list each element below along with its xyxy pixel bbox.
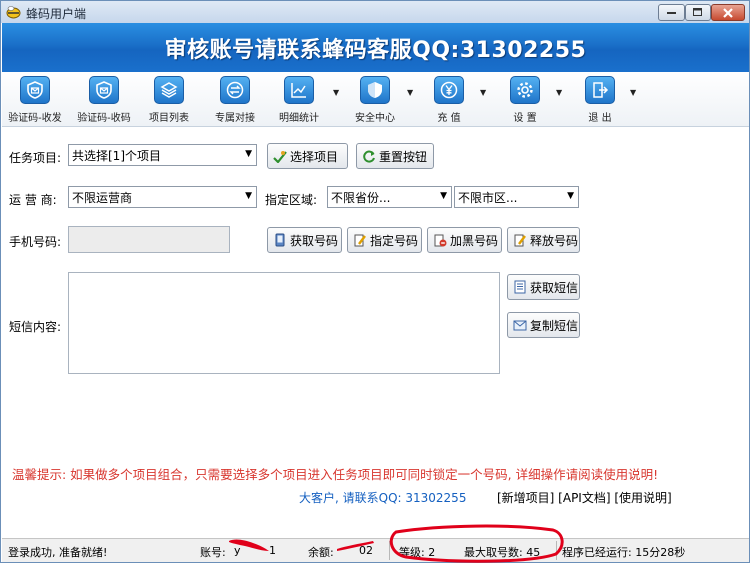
gear-icon <box>510 76 540 104</box>
chevron-down-icon: ▼ <box>440 191 447 201</box>
phone-number-field[interactable] <box>68 226 230 253</box>
swap-icon <box>220 76 250 104</box>
region-label: 指定区域: <box>265 193 318 207</box>
shield-icon <box>360 76 390 104</box>
close-button[interactable] <box>711 4 745 21</box>
copy-sms-button[interactable]: 复制短信 <box>507 312 580 338</box>
province-value: 不限省份... <box>331 190 391 205</box>
redaction-mark-account <box>229 539 269 551</box>
edit-doc-icon <box>353 233 367 247</box>
blacklist-number-button[interactable]: 加黑号码 <box>427 227 502 253</box>
get-number-button[interactable]: 获取号码 <box>267 227 342 253</box>
sms-content-textarea[interactable] <box>68 272 500 374</box>
help-links[interactable]: [新增项目] [API文档] [使用说明] <box>497 489 672 506</box>
toolbar-label: 验证码-收发 <box>8 113 62 124</box>
toolbar-item-recharge[interactable]: 充 值 <box>426 76 472 126</box>
refresh-icon <box>362 149 376 163</box>
app-window: 蜂码用户端 审核账号请联系蜂码客服QQ:31302255 验证码-收发 验证码-… <box>0 0 750 563</box>
toolbar-item-settings[interactable]: 设 置 <box>502 76 548 126</box>
toolbar-item-statistics[interactable]: 明细统计 <box>274 76 324 126</box>
reset-button[interactable]: 重置按钮 <box>356 143 434 169</box>
toolbar-label: 退 出 <box>588 113 612 124</box>
task-project-label: 任务项目: <box>9 151 62 165</box>
maximize-icon <box>693 8 702 16</box>
blacklist-icon <box>433 233 447 247</box>
title-bar: 蜂码用户端 <box>1 1 749 23</box>
release-icon <box>513 233 527 247</box>
chevron-down-icon: ▼ <box>245 149 252 159</box>
toolbar-label: 充 值 <box>437 113 461 124</box>
toolbar-item-project-list[interactable]: 项目列表 <box>142 76 196 126</box>
window-title: 蜂码用户端 <box>26 7 87 21</box>
statistics-dropdown-icon[interactable]: ▼ <box>333 88 339 97</box>
toolbar-label: 设 置 <box>513 113 537 124</box>
app-logo-icon <box>6 5 21 19</box>
chevron-down-icon: ▼ <box>245 191 252 201</box>
task-project-select[interactable]: 共选择[1]个项目 ▼ <box>68 144 257 166</box>
settings-dropdown-icon[interactable]: ▼ <box>556 88 562 97</box>
phone-icon <box>273 233 287 247</box>
toolbar-item-security-center[interactable]: 安全中心 <box>348 76 402 126</box>
minimize-button[interactable] <box>658 4 685 21</box>
banner-text: 审核账号请联系蜂码客服QQ:31302255 <box>164 37 587 63</box>
city-value: 不限市区... <box>458 190 518 205</box>
toolbar-item-sms-send-receive[interactable]: 验证码-收发 <box>2 76 68 126</box>
select-project-button[interactable]: 选择项目 <box>267 143 348 169</box>
close-icon <box>723 7 733 18</box>
chevron-down-icon: ▼ <box>567 191 574 201</box>
redaction-mark-balance <box>337 541 374 551</box>
contact-link[interactable]: 大客户, 请联系QQ: 31302255 <box>299 489 466 506</box>
security-dropdown-icon[interactable]: ▼ <box>407 88 413 97</box>
banner: 审核账号请联系蜂码客服QQ:31302255 <box>2 23 749 72</box>
yen-icon <box>434 76 464 104</box>
annotation-overlay <box>229 524 564 563</box>
shield-mail-icon <box>20 76 50 104</box>
recharge-dropdown-icon[interactable]: ▼ <box>480 88 486 97</box>
carrier-value: 不限运营商 <box>72 190 133 205</box>
layers-icon <box>154 76 184 104</box>
highlight-circle-level <box>389 524 564 563</box>
tip-text: 温馨提示: 如果做多个项目组合，只需要选择多个项目进入任务项目即可同时锁定一个号… <box>12 467 659 482</box>
toolbar-item-sms-receive[interactable]: 验证码-收码 <box>72 76 136 126</box>
toolbar-label: 项目列表 <box>149 113 189 124</box>
city-select[interactable]: 不限市区... ▼ <box>454 186 579 208</box>
toolbar: 验证码-收发 验证码-收码 项目列表 专属对接 明细统计 ▼ 安全中心 ▼ 充 … <box>2 72 749 127</box>
select-project-icon <box>273 149 287 163</box>
carrier-label: 运 营 商: <box>9 193 57 207</box>
toolbar-label: 验证码-收码 <box>77 113 131 124</box>
chart-icon <box>284 76 314 104</box>
carrier-select[interactable]: 不限运营商 ▼ <box>68 186 257 208</box>
minimize-icon <box>666 11 676 14</box>
toolbar-item-dedicated-integration[interactable]: 专属对接 <box>210 76 260 126</box>
sms-content-label: 短信内容: <box>9 320 62 334</box>
maximize-button[interactable] <box>685 4 711 21</box>
copy-mail-icon <box>513 318 527 332</box>
exit-icon <box>585 76 615 104</box>
release-number-button[interactable]: 释放号码 <box>507 227 580 253</box>
shield-check-icon <box>89 76 119 104</box>
toolbar-label: 明细统计 <box>279 113 319 124</box>
province-select[interactable]: 不限省份... ▼ <box>327 186 452 208</box>
get-sms-button[interactable]: 获取短信 <box>507 274 580 300</box>
toolbar-label: 安全中心 <box>355 113 395 124</box>
toolbar-label: 专属对接 <box>215 113 255 124</box>
task-project-value: 共选择[1]个项目 <box>72 148 161 163</box>
specify-number-button[interactable]: 指定号码 <box>347 227 422 253</box>
exit-dropdown-icon[interactable]: ▼ <box>630 88 636 97</box>
phone-label: 手机号码: <box>9 235 62 249</box>
sms-doc-icon <box>513 280 527 294</box>
toolbar-item-exit[interactable]: 退 出 <box>577 76 623 126</box>
